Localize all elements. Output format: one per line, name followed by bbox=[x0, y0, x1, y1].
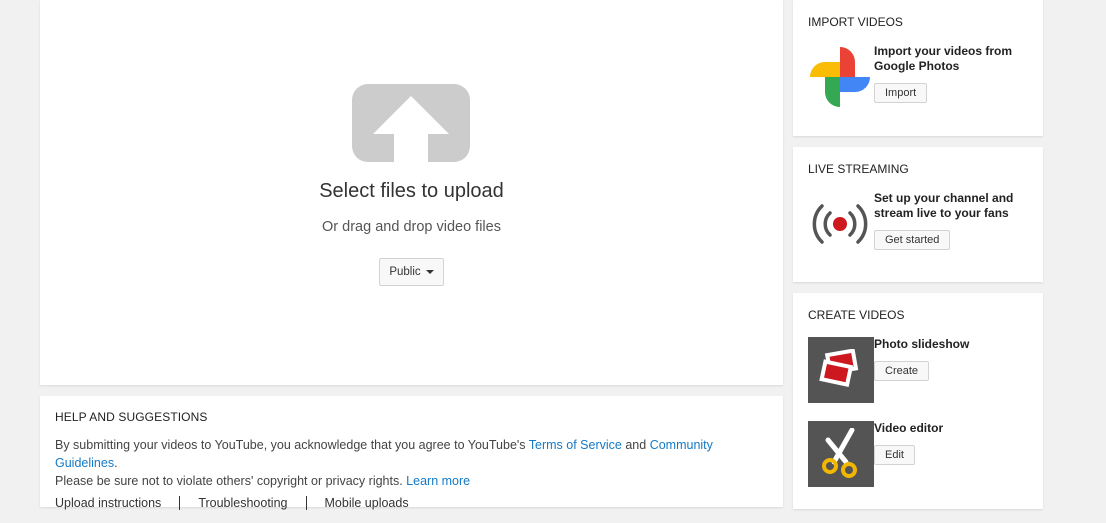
help-section: HELP AND SUGGESTIONS By submitting your … bbox=[40, 396, 783, 510]
help-links: Upload instructions Troubleshooting Mobi… bbox=[55, 496, 768, 510]
privacy-label: Public bbox=[389, 266, 421, 278]
help-heading: HELP AND SUGGESTIONS bbox=[55, 410, 208, 424]
help-text-part: Please be sure not to violate others' co… bbox=[55, 474, 407, 488]
upload-title: Select files to upload bbox=[319, 180, 504, 202]
terms-of-service-link[interactable]: Terms of Service bbox=[529, 438, 622, 452]
slideshow-title: Photo slideshow bbox=[874, 337, 970, 351]
create-heading: CREATE VIDEOS bbox=[808, 308, 905, 322]
google-photos-icon bbox=[810, 47, 870, 107]
live-broadcast-icon bbox=[812, 204, 868, 244]
help-text-part: . bbox=[114, 456, 118, 470]
upload-subtitle: Or drag and drop video files bbox=[322, 219, 501, 235]
mobile-uploads-link[interactable]: Mobile uploads bbox=[305, 496, 427, 510]
create-videos-card: CREATE VIDEOS Photo slideshow Create Vid… bbox=[793, 293, 1043, 509]
troubleshooting-link[interactable]: Troubleshooting bbox=[179, 496, 305, 510]
caret-down-icon bbox=[425, 270, 434, 274]
import-heading: IMPORT VIDEOS bbox=[808, 15, 903, 29]
upload-instructions-link[interactable]: Upload instructions bbox=[55, 496, 179, 510]
video-editor-title: Video editor bbox=[874, 421, 944, 435]
live-description: Set up your channel and stream live to y… bbox=[874, 191, 1014, 220]
get-started-button[interactable]: Get started bbox=[874, 230, 951, 250]
import-description: Import your videos from Google Photos bbox=[874, 44, 1013, 73]
slideshow-icon[interactable] bbox=[808, 337, 874, 403]
edit-video-button[interactable]: Edit bbox=[874, 445, 915, 465]
privacy-dropdown[interactable]: Public bbox=[379, 258, 444, 286]
import-videos-card: IMPORT VIDEOS Import your videos from Go… bbox=[793, 0, 1043, 136]
help-text: By submitting your videos to YouTube, yo… bbox=[55, 436, 768, 490]
help-text-part: and bbox=[621, 438, 650, 452]
upload-arrow-icon[interactable] bbox=[352, 84, 470, 162]
import-button[interactable]: Import bbox=[874, 83, 928, 103]
live-streaming-card: LIVE STREAMING Set up your channel and s… bbox=[793, 147, 1043, 282]
create-slideshow-button[interactable]: Create bbox=[874, 361, 930, 381]
scissors-icon[interactable] bbox=[808, 421, 874, 487]
upload-dropzone[interactable]: Select files to upload Or drag and drop … bbox=[40, 0, 783, 385]
help-text-part: By submitting your videos to YouTube, yo… bbox=[55, 438, 529, 452]
learn-more-link[interactable]: Learn more bbox=[406, 474, 470, 488]
live-heading: LIVE STREAMING bbox=[808, 162, 909, 176]
